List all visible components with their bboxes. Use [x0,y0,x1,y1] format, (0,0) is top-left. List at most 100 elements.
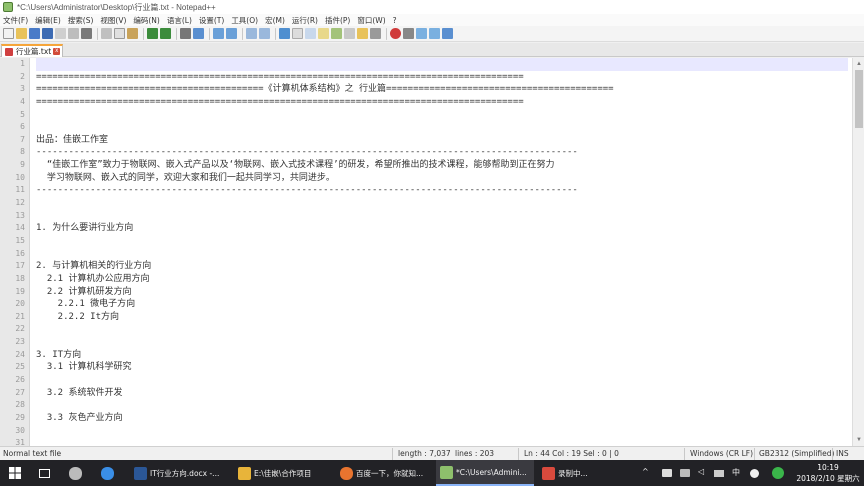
menu-help[interactable]: ? [393,16,397,25]
text-area[interactable]: ========================================… [36,58,848,446]
close-all-icon[interactable] [68,28,79,39]
code-line[interactable] [36,235,848,248]
redo-icon[interactable] [160,28,171,39]
menu-run[interactable]: 运行(R) [292,15,318,26]
input-mode-icon[interactable] [750,469,759,478]
taskbar-item-explorer[interactable]: E:\佳嵌\合作项目 [234,460,332,486]
menu-plugins[interactable]: 插件(P) [325,15,350,26]
keyboard-icon[interactable] [714,470,724,477]
menu-window[interactable]: 窗口(W) [357,15,385,26]
code-line[interactable]: 2. 与计算机相关的行业方向 [36,260,848,273]
clock[interactable]: 10:19 2018/2/10 星期六 [792,462,864,484]
menu-settings[interactable]: 设置(T) [199,15,224,26]
code-line[interactable] [36,121,848,134]
code-line[interactable] [36,336,848,349]
scroll-up-icon[interactable]: ▲ [855,60,863,68]
language-icon[interactable] [318,28,329,39]
close-file-icon[interactable] [55,28,66,39]
code-line[interactable]: ========================================… [36,83,848,96]
menu-view[interactable]: 视图(V) [100,15,126,26]
save-macro-icon[interactable] [442,28,453,39]
code-line[interactable]: 3.2 系统软件开发 [36,387,848,400]
code-line[interactable] [36,425,848,438]
replace-icon[interactable] [193,28,204,39]
code-line[interactable]: 3. IT方向 [36,349,848,362]
code-line[interactable] [36,437,848,446]
code-line[interactable] [36,197,848,210]
menu-macro[interactable]: 宏(M) [265,15,285,26]
code-line[interactable] [36,374,848,387]
code-line[interactable]: 2.2.1 微电子方向 [36,298,848,311]
menu-tools[interactable]: 工具(O) [231,15,258,26]
code-line[interactable]: ----------------------------------------… [36,146,848,159]
code-line[interactable]: 出品：佳嵌工作室 [36,134,848,147]
stop-macro-icon[interactable] [403,28,414,39]
zoom-out-icon[interactable] [226,28,237,39]
code-line[interactable] [36,399,848,412]
code-line[interactable]: 学习物联网、嵌入式的同学，欢迎大家和我们一起共同学习，共同进步。 [36,172,848,185]
code-line[interactable] [36,109,848,122]
word-wrap-icon[interactable] [279,28,290,39]
vertical-scrollbar[interactable]: ▲ ▼ [852,58,864,446]
copy-icon[interactable] [114,28,125,39]
network-icon[interactable] [680,469,690,477]
menu-search[interactable]: 搜索(S) [68,15,94,26]
cut-icon[interactable] [101,28,112,39]
code-line[interactable]: ========================================… [36,96,848,109]
sync-horizontal-icon[interactable] [259,28,270,39]
menu-edit[interactable]: 编辑(E) [35,15,61,26]
save-icon[interactable] [29,28,40,39]
open-file-icon[interactable] [16,28,27,39]
code-line[interactable]: 1. 为什么要讲行业方向 [36,222,848,235]
task-view-button[interactable] [34,460,54,486]
new-file-icon[interactable] [3,28,14,39]
tray-app-icon[interactable] [662,469,672,477]
taskbar-app-edge[interactable] [96,460,118,486]
tab-file[interactable]: 行业篇.txt x [1,44,63,57]
menu-language[interactable]: 语言(L) [167,15,192,26]
wechat-icon[interactable] [772,467,784,479]
close-tab-icon[interactable]: x [53,48,61,55]
find-icon[interactable] [180,28,191,39]
code-line[interactable] [36,210,848,223]
undo-icon[interactable] [147,28,158,39]
record-macro-icon[interactable] [390,28,401,39]
code-line[interactable]: “佳嵌工作室”致力于物联网、嵌入式产品以及‘物联网、嵌入式技术课程’的研发，希望… [36,159,848,172]
function-list-icon[interactable] [344,28,355,39]
taskbar-item-recorder[interactable]: 录制中... [538,460,626,486]
paste-icon[interactable] [127,28,138,39]
play-macro-icon[interactable] [416,28,427,39]
code-line[interactable] [36,58,848,71]
taskbar-item-notepadpp[interactable]: *C:\Users\Admini... [436,460,534,486]
zoom-in-icon[interactable] [213,28,224,39]
show-all-chars-icon[interactable] [292,28,303,39]
play-multiple-icon[interactable] [429,28,440,39]
taskbar-item-browser[interactable]: 百度一下，你就知... [336,460,434,486]
scroll-down-icon[interactable]: ▼ [855,436,863,444]
sync-vertical-icon[interactable] [246,28,257,39]
indent-guide-icon[interactable] [305,28,316,39]
code-line[interactable]: 3.3 灰色产业方向 [36,412,848,425]
monitoring-icon[interactable] [370,28,381,39]
volume-icon[interactable]: ◁ [698,467,704,476]
chevron-up-icon[interactable]: ^ [642,467,649,476]
taskbar-item-word[interactable]: IT行业方向.docx -... [130,460,230,486]
editor[interactable]: 1 2 3 4 5 6 7 8 9 10 11 12 13 14 15 16 17 18 19 20 21 22 23 24 2… [0,58,852,446]
doc-map-icon[interactable] [331,28,342,39]
code-line[interactable] [36,248,848,261]
code-line[interactable]: 2.2.2 It方向 [36,311,848,324]
start-button[interactable] [4,460,26,486]
code-line[interactable]: ----------------------------------------… [36,184,848,197]
ime-indicator[interactable]: 中 [732,467,740,478]
code-line[interactable]: ========================================… [36,71,848,84]
taskbar-app-3d[interactable] [64,460,86,486]
print-icon[interactable] [81,28,92,39]
menu-file[interactable]: 文件(F) [3,15,28,26]
folder-workspace-icon[interactable] [357,28,368,39]
code-line[interactable] [36,323,848,336]
code-line[interactable]: 2.2 计算机研发方向 [36,286,848,299]
save-all-icon[interactable] [42,28,53,39]
scrollbar-thumb[interactable] [855,70,863,128]
code-line[interactable]: 3.1 计算机科学研究 [36,361,848,374]
menu-encoding[interactable]: 编码(N) [133,15,159,26]
